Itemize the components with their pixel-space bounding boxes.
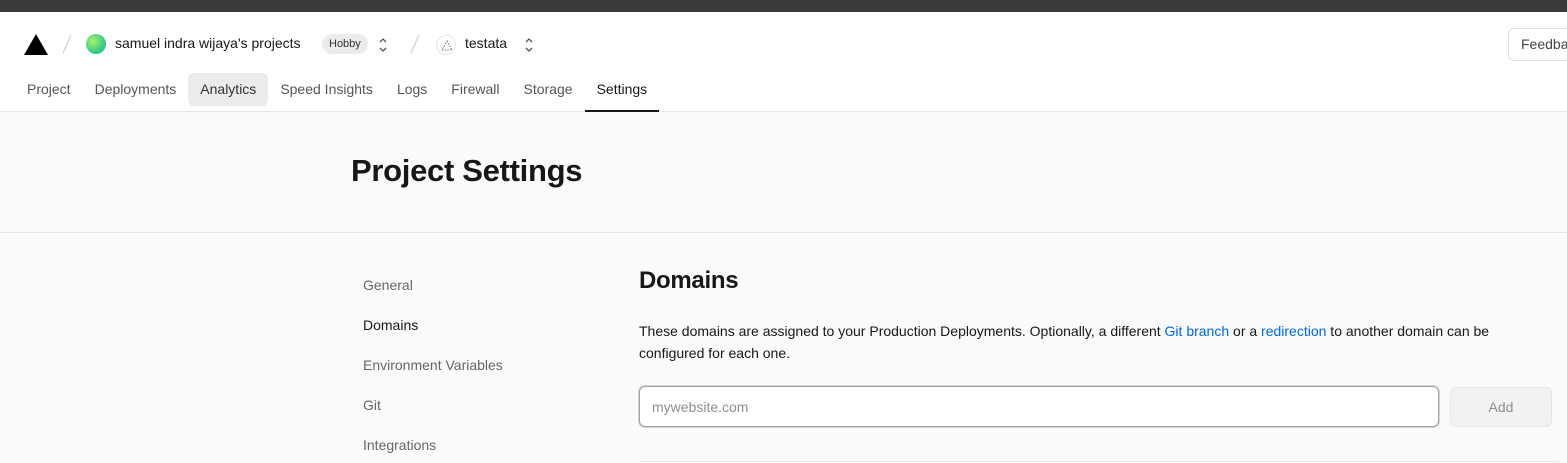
settings-nav-general[interactable]: General xyxy=(351,265,581,305)
domain-input[interactable] xyxy=(639,386,1439,427)
tab-settings[interactable]: Settings xyxy=(584,73,660,112)
top-header: samuel indra wijaya's projects Hobby tes… xyxy=(0,12,1567,112)
git-branch-link[interactable]: Git branch xyxy=(1165,323,1230,339)
feedback-button[interactable]: Feedback xyxy=(1508,28,1567,61)
project-switcher-chevron-icon[interactable] xyxy=(523,36,535,54)
settings-nav-domains[interactable]: Domains xyxy=(351,305,581,345)
settings-nav-environment-variables[interactable]: Environment Variables xyxy=(351,345,581,385)
domains-description: These domains are assigned to your Produ… xyxy=(639,320,1549,364)
plan-badge: Hobby xyxy=(322,34,368,54)
project-icon[interactable] xyxy=(436,35,456,55)
page-title-band: Project Settings xyxy=(0,112,1567,233)
tab-deployments[interactable]: Deployments xyxy=(83,73,189,106)
browser-top-strip xyxy=(0,0,1567,12)
team-avatar[interactable] xyxy=(86,34,106,54)
divider xyxy=(639,461,1559,462)
redirection-link[interactable]: redirection xyxy=(1261,323,1326,339)
tab-firewall[interactable]: Firewall xyxy=(439,73,511,106)
project-name[interactable]: testata xyxy=(465,35,507,51)
add-domain-button[interactable]: Add xyxy=(1450,387,1552,427)
tab-storage[interactable]: Storage xyxy=(512,73,585,106)
description-text: or a xyxy=(1229,323,1262,339)
settings-sidebar: General Domains Environment Variables Gi… xyxy=(351,265,581,463)
tab-project[interactable]: Project xyxy=(15,73,83,106)
breadcrumb-separator xyxy=(60,32,74,56)
settings-nav-integrations[interactable]: Integrations xyxy=(351,425,581,463)
tab-speed-insights[interactable]: Speed Insights xyxy=(268,73,385,106)
tab-analytics[interactable]: Analytics xyxy=(188,73,269,106)
section-title: Domains xyxy=(639,267,739,294)
description-text: These domains are assigned to your Produ… xyxy=(639,323,1165,339)
tab-logs[interactable]: Logs xyxy=(385,73,439,106)
page-title: Project Settings xyxy=(351,153,583,188)
project-tabs: Project Deployments Analytics Speed Insi… xyxy=(15,73,659,112)
team-name[interactable]: samuel indra wijaya's projects xyxy=(115,35,301,51)
team-switcher-chevron-icon[interactable] xyxy=(377,36,389,54)
vercel-logo-icon[interactable] xyxy=(24,34,48,55)
settings-nav-git[interactable]: Git xyxy=(351,385,581,425)
breadcrumb-separator xyxy=(408,32,422,56)
